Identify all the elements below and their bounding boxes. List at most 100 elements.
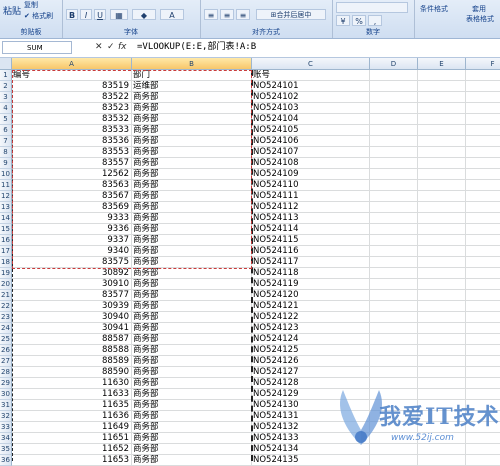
cell-a[interactable]: 30939 [12,301,132,312]
cell-d[interactable] [370,345,418,356]
cell-b[interactable]: 商务部 [132,257,252,268]
row-header[interactable]: 6 [0,125,12,136]
cell-e[interactable] [418,213,466,224]
bold-button[interactable]: B [66,9,78,20]
cell-c[interactable]: NO524106 [252,136,370,147]
cell-b[interactable]: 商务部 [132,246,252,257]
cell-d[interactable] [370,70,418,81]
cell-f[interactable] [466,125,500,136]
row-header[interactable]: 29 [0,378,12,389]
align-left-button[interactable]: ≡ [204,9,218,20]
cell-d[interactable] [370,356,418,367]
row-header[interactable]: 17 [0,246,12,257]
row-header[interactable]: 30 [0,389,12,400]
cell-b[interactable]: 商务部 [132,158,252,169]
cell-d[interactable] [370,367,418,378]
row-header[interactable]: 1 [0,70,12,81]
cell-a[interactable]: 30892 [12,268,132,279]
cell-a[interactable]: 12562 [12,169,132,180]
cell-e[interactable] [418,180,466,191]
cell-e[interactable] [418,367,466,378]
cell-e[interactable] [418,103,466,114]
cell-f[interactable] [466,224,500,235]
cell-c[interactable]: NO524107 [252,147,370,158]
cell-d[interactable] [370,323,418,334]
cell-c[interactable]: NO524121 [252,301,370,312]
cell-d[interactable] [370,213,418,224]
cell-e[interactable] [418,279,466,290]
cell-b[interactable]: 商务部 [132,356,252,367]
cell-a[interactable]: 83533 [12,125,132,136]
row-header[interactable]: 23 [0,312,12,323]
column-header-a[interactable]: A [12,58,132,70]
cell-f[interactable] [466,147,500,158]
cell-a[interactable]: 11649 [12,422,132,433]
confirm-icon[interactable]: ✓ [107,42,115,52]
cell-d[interactable] [370,301,418,312]
cell-d[interactable] [370,136,418,147]
cell-e[interactable] [418,246,466,257]
cell-a[interactable]: 83563 [12,180,132,191]
row-header[interactable]: 20 [0,279,12,290]
cell-f[interactable] [466,312,500,323]
cell-e[interactable] [418,70,466,81]
cell-f[interactable] [466,213,500,224]
cell-e[interactable] [418,257,466,268]
cell-f[interactable] [466,334,500,345]
cell-f[interactable] [466,169,500,180]
paste-button[interactable]: 粘贴 [3,4,21,17]
column-header-b[interactable]: B [132,58,252,70]
cell-a[interactable]: 11630 [12,378,132,389]
cancel-icon[interactable]: ✕ [95,42,103,52]
cell-b[interactable]: 商务部 [132,433,252,444]
cell-a[interactable]: 83557 [12,158,132,169]
row-header[interactable]: 5 [0,114,12,125]
cell-e[interactable] [418,202,466,213]
row-header[interactable]: 33 [0,422,12,433]
row-header[interactable]: 16 [0,235,12,246]
cell-b[interactable]: 商务部 [132,136,252,147]
cell-b[interactable]: 商务部 [132,103,252,114]
cell-b[interactable]: 运维部 [132,81,252,92]
row-header[interactable]: 19 [0,268,12,279]
cell-b[interactable]: 商务部 [132,290,252,301]
cell-b[interactable]: 商务部 [132,301,252,312]
cell-f[interactable] [466,180,500,191]
row-header[interactable]: 10 [0,169,12,180]
cell-a[interactable]: 30910 [12,279,132,290]
cell-d[interactable] [370,92,418,103]
cell-b[interactable]: 商务部 [132,411,252,422]
cell-b[interactable]: 商务部 [132,191,252,202]
cell-a[interactable]: 83522 [12,92,132,103]
cell-d[interactable] [370,103,418,114]
cell-a[interactable]: 88587 [12,334,132,345]
cell-e[interactable] [418,301,466,312]
cell-a[interactable]: 83577 [12,290,132,301]
cell-b[interactable]: 商务部 [132,323,252,334]
cell-c[interactable]: 账号 [252,70,370,81]
fill-color-button[interactable]: ◆ [132,9,156,20]
conditional-format-button[interactable]: 条件格式 [420,4,448,14]
cell-c[interactable]: NO524125 [252,345,370,356]
cell-c[interactable]: NO524117 [252,257,370,268]
row-header[interactable]: 3 [0,92,12,103]
cell-a[interactable]: 83569 [12,202,132,213]
cell-c[interactable]: NO524119 [252,279,370,290]
cell-e[interactable] [418,158,466,169]
cell-f[interactable] [466,81,500,92]
cell-d[interactable] [370,114,418,125]
cell-a[interactable]: 9340 [12,246,132,257]
cell-c[interactable]: NO524102 [252,92,370,103]
cell-d[interactable] [370,180,418,191]
cell-b[interactable]: 商务部 [132,213,252,224]
cell-c[interactable]: NO524111 [252,191,370,202]
cell-a[interactable]: 83553 [12,147,132,158]
cell-f[interactable] [466,367,500,378]
cell-f[interactable] [466,301,500,312]
cell-b[interactable]: 商务部 [132,345,252,356]
cell-d[interactable] [370,81,418,92]
cell-d[interactable] [370,257,418,268]
cell-d[interactable] [370,279,418,290]
cell-c[interactable]: NO524115 [252,235,370,246]
cell-a[interactable]: 11651 [12,433,132,444]
